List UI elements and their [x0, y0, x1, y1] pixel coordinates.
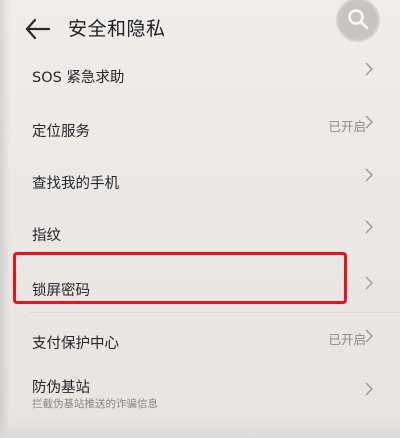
status-value: 已开启 [328, 332, 366, 347]
settings-screen: 安全和隐私 SOS 紧急求助 定位服务 已开启 查找我的手机 指纹 锁屏密码 支… [0, 0, 400, 438]
chevron-right-icon [365, 115, 373, 129]
arrow-left-icon [25, 18, 51, 40]
list-item-find-my-phone[interactable]: 查找我的手机 [0, 154, 400, 204]
list-item-label: 防伪基站 [32, 380, 90, 396]
page-title: 安全和隐私 [68, 18, 166, 40]
search-button[interactable] [338, 0, 378, 40]
chevron-right-icon [365, 220, 373, 234]
list-item-sos[interactable]: SOS 紧急求助 [0, 50, 400, 100]
list-item-fingerprint[interactable]: 指纹 [0, 206, 400, 256]
chevron-right-icon [365, 62, 373, 76]
bottom-fade [0, 420, 400, 438]
list-item-label: 支付保护中心 [32, 336, 119, 352]
list-item-label: 指纹 [32, 228, 61, 244]
search-icon [348, 9, 369, 30]
divider [30, 312, 400, 313]
list-item-label: 查找我的手机 [32, 176, 119, 192]
chevron-right-icon [365, 276, 373, 290]
back-button[interactable] [24, 16, 52, 42]
chevron-right-icon [365, 329, 373, 343]
list-item-location[interactable]: 定位服务 已开启 [0, 102, 400, 152]
list-item-label: SOS 紧急求助 [32, 70, 125, 86]
status-value: 已开启 [328, 119, 366, 134]
chevron-right-icon [365, 168, 373, 182]
list-item-subtitle: 拦截伪基站推送的诈骗信息 [32, 398, 158, 410]
list-item-label: 定位服务 [32, 124, 90, 140]
list-item-payment-protection[interactable]: 支付保护中心 已开启 [0, 314, 400, 364]
chevron-right-icon [365, 382, 373, 396]
highlight-annotation-box [13, 252, 347, 304]
